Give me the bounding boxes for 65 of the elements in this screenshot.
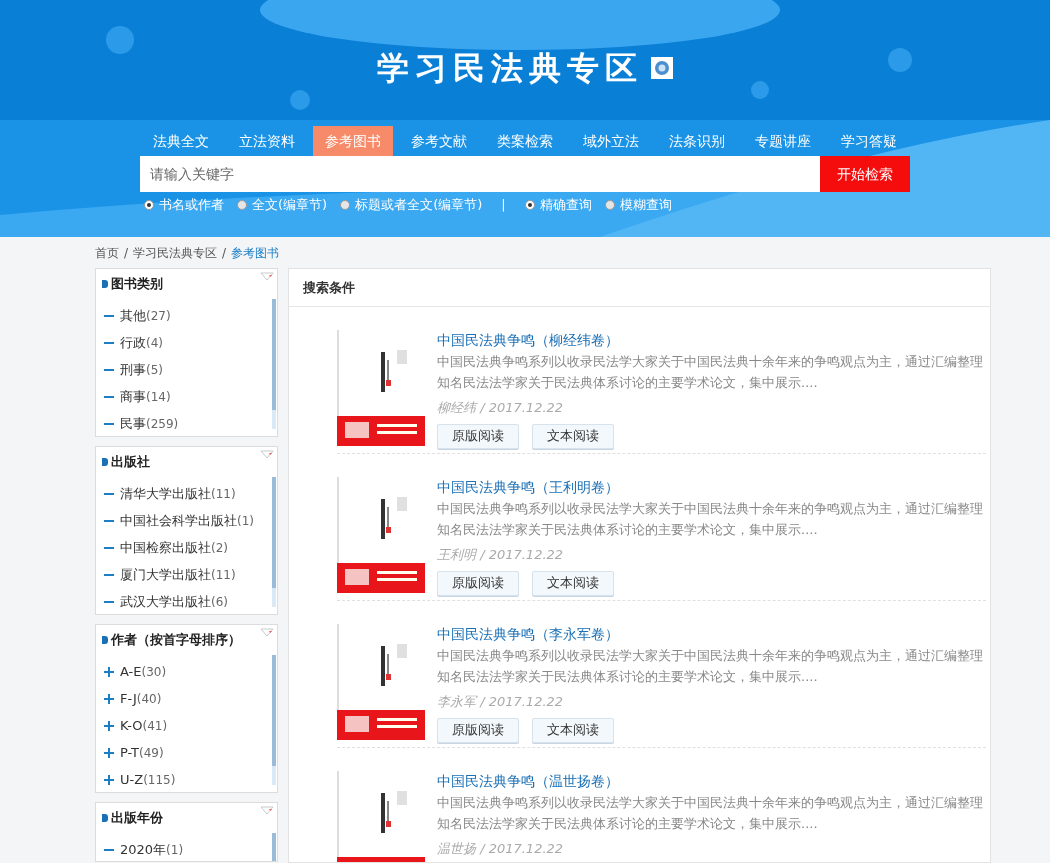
plus-icon[interactable] [104, 666, 114, 677]
book-title-link[interactable]: 中国民法典争鸣（王利明卷） [437, 477, 987, 497]
plus-icon[interactable] [104, 720, 114, 731]
filter-option[interactable]: P-T(49) [120, 742, 164, 763]
filter-option[interactable]: K-O(41) [120, 715, 168, 736]
filter-option[interactable]: 清华大学出版社(11) [120, 483, 236, 504]
book-title-link[interactable]: 中国民法典争鸣（温世扬卷） [437, 771, 987, 791]
filter-option[interactable]: 行政(4) [120, 332, 163, 353]
scrollbar[interactable] [272, 299, 276, 429]
book-summary: 中国民法典争鸣系列以收录民法学大家关于中国民法典十余年来的争鸣观点为主，通过汇编整理知名民法法学家关于民法典体系讨论的主要学术论文，集中展示.... [437, 500, 984, 539]
filter-title: 出版年份 [111, 809, 163, 828]
filter-option[interactable]: 厦门大学出版社(11) [120, 564, 236, 585]
breadcrumb-separator: / [222, 244, 227, 262]
filter-option[interactable]: 刑事(5) [120, 359, 163, 380]
plus-icon[interactable] [104, 747, 114, 758]
search-field[interactable]: 请输入关键字 [140, 156, 820, 192]
bullet-icon [102, 814, 108, 822]
scrollbar[interactable] [272, 655, 276, 785]
collapse-icon[interactable] [260, 272, 274, 281]
plus-icon[interactable] [104, 774, 114, 785]
book-meta: 李永军 / 2017.12.22 [437, 693, 565, 711]
separator-text: | [501, 196, 506, 214]
filter-option[interactable]: F-J(40) [120, 688, 162, 709]
book-summary: 中国民法典争鸣系列以收录民法学大家关于中国民法典十余年来的争鸣观点为主，通过汇编整理知名民法法学家关于民法典体系讨论的主要学术论文，集中展示.... [437, 794, 984, 833]
filter-option[interactable]: 中国检察出版社(2) [120, 537, 228, 558]
read-button[interactable]: 原版阅读 [437, 717, 519, 743]
search-button[interactable]: 开始检索 [820, 156, 910, 192]
filter-option[interactable]: 中国社会科学出版社(1) [120, 510, 254, 531]
plus-icon[interactable] [104, 693, 114, 704]
filter-option[interactable]: 民事(259) [120, 413, 179, 434]
collapse-icon[interactable] [260, 806, 274, 815]
filter-option[interactable]: 2020年(1) [120, 839, 184, 860]
filter-title: 作者（按首字母排序） [111, 631, 241, 650]
read-button[interactable]: 文本阅读 [532, 570, 614, 596]
filter-option[interactable]: 武汉大学出版社(6) [120, 591, 228, 612]
bullet-icon [102, 636, 108, 644]
breadcrumb-link[interactable]: 参考图书 [231, 243, 280, 262]
bullet-icon [102, 458, 108, 466]
page-title: 学习民法典专区 [377, 48, 643, 89]
book-summary: 中国民法典争鸣系列以收录民法学大家关于中国民法典十余年来的争鸣观点为主，通过汇编整理知名民法法学家关于民法典体系讨论的主要学术论文，集中展示.... [437, 647, 984, 686]
scrollbar[interactable] [272, 833, 276, 861]
breadcrumb-link[interactable]: 首页 [95, 243, 119, 262]
filter-option[interactable]: A-E(30) [120, 661, 167, 682]
results-heading: 搜索条件 [303, 278, 355, 297]
book-title-link[interactable]: 中国民法典争鸣（柳经纬卷） [437, 330, 987, 350]
filter-option[interactable]: U-Z(115) [120, 769, 176, 790]
breadcrumb-link[interactable]: 学习民法典专区 [133, 243, 218, 262]
book-meta: 王利明 / 2017.12.22 [437, 546, 565, 564]
book-meta: 温世扬 / 2017.12.22 [437, 840, 565, 858]
read-button[interactable]: 文本阅读 [532, 423, 614, 449]
breadcrumb-separator: / [124, 244, 129, 262]
book-summary: 中国民法典争鸣系列以收录民法学大家关于中国民法典十余年来的争鸣观点为主，通过汇编整理知名民法法学家关于民法典体系讨论的主要学术论文，集中展示.... [437, 353, 984, 392]
collapse-icon[interactable] [260, 628, 274, 637]
read-button[interactable]: 原版阅读 [437, 423, 519, 449]
filter-option[interactable]: 商事(14) [120, 386, 171, 407]
filter-title: 图书类别 [111, 275, 163, 294]
read-button[interactable]: 原版阅读 [437, 570, 519, 596]
scrollbar[interactable] [272, 477, 276, 607]
bullet-icon [102, 280, 108, 288]
filter-option[interactable]: 其他(27) [120, 305, 171, 326]
book-meta: 柳经纬 / 2017.12.22 [437, 399, 565, 417]
read-button[interactable]: 文本阅读 [532, 717, 614, 743]
book-title-link[interactable]: 中国民法典争鸣（李永军卷） [437, 624, 987, 644]
filter-title: 出版社 [111, 453, 150, 472]
collapse-icon[interactable] [260, 450, 274, 459]
